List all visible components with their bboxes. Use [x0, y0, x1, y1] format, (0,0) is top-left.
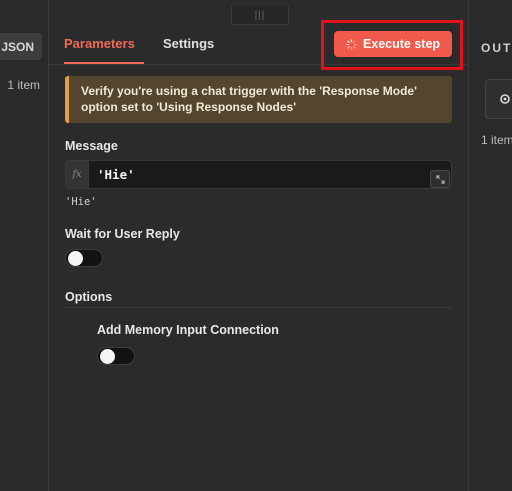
toggle-knob	[68, 251, 83, 266]
gear-icon	[500, 94, 510, 104]
output-node-card[interactable]	[485, 79, 512, 119]
node-parameters-panel: ||| Parameters Settings Execute step Ver…	[49, 0, 469, 491]
output-title: OUTPUT	[481, 41, 512, 55]
execute-step-button[interactable]: Execute step	[334, 31, 452, 57]
memory-connection-label: Add Memory Input Connection	[97, 323, 279, 337]
spinner-icon	[346, 38, 357, 50]
options-heading: Options	[65, 290, 113, 304]
message-value[interactable]: 'Hie'	[97, 167, 135, 182]
warning-text-line1: Verify you're using a chat trigger with …	[81, 84, 417, 98]
expand-editor-icon[interactable]	[430, 170, 450, 188]
fx-icon: fx	[66, 161, 89, 188]
wait-for-reply-label: Wait for User Reply	[65, 227, 180, 241]
message-input[interactable]: fx 'Hie'	[65, 160, 452, 189]
active-tab-indicator	[64, 62, 144, 64]
json-view-button[interactable]: JSON	[0, 33, 42, 60]
message-preview: 'Hie'	[65, 196, 97, 208]
tab-settings[interactable]: Settings	[163, 36, 214, 51]
input-panel: JSON 1 item	[0, 0, 49, 491]
output-panel: OUTPUT 1 item	[469, 0, 512, 491]
warning-text-line2: option set to 'Using Response Nodes'	[81, 100, 297, 114]
input-item-count: 1 item	[7, 78, 40, 92]
wait-for-reply-toggle[interactable]	[65, 249, 103, 267]
message-label: Message	[65, 139, 118, 153]
output-item-count: 1 item	[481, 133, 512, 147]
warning-callout: Verify you're using a chat trigger with …	[65, 76, 452, 123]
toggle-knob	[100, 349, 115, 364]
tab-parameters[interactable]: Parameters	[64, 36, 135, 51]
options-divider	[65, 307, 452, 308]
execute-step-label: Execute step	[362, 37, 441, 51]
memory-connection-toggle[interactable]	[97, 347, 135, 365]
